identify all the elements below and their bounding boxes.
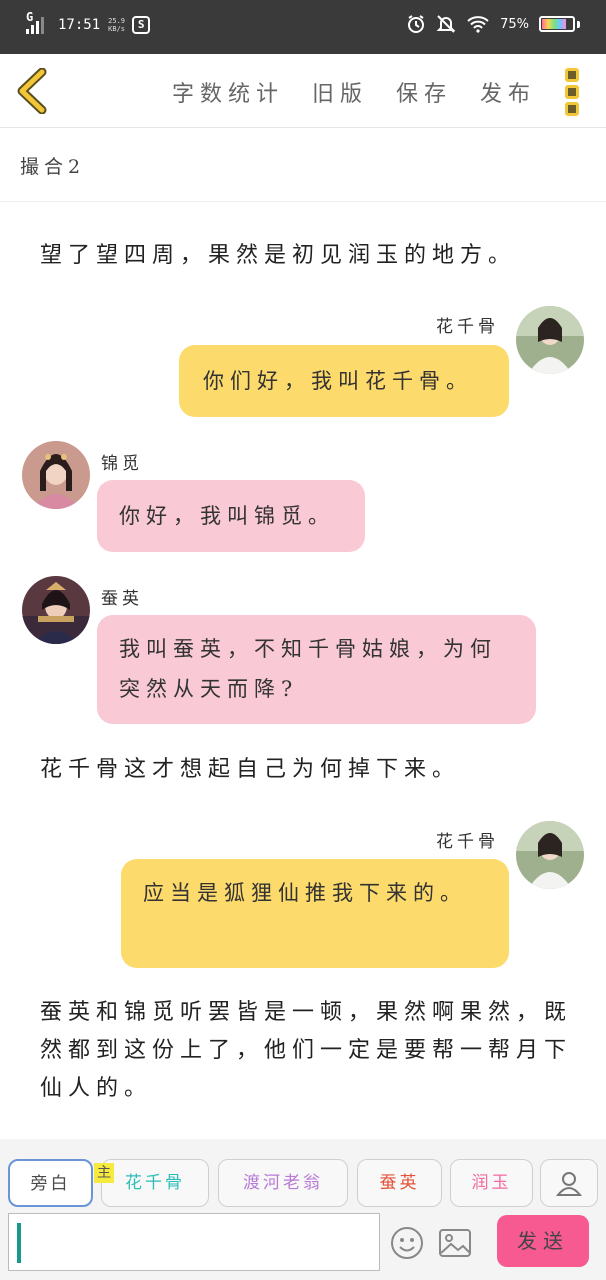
message-text: 你好，我叫锦觅。 <box>119 504 335 528</box>
save-button[interactable]: 保存 <box>396 76 452 108</box>
message-bubble: 我叫蚕英，不知千骨姑娘，为何突然从天而降? <box>97 615 536 724</box>
message-bubble: 应当是狐狸仙推我下来的。 <box>121 859 509 968</box>
person-icon <box>555 1172 583 1196</box>
editor-toolbar: 字数统计 旧版 保存 发布 <box>0 54 606 128</box>
speaker-name: 锦觅 <box>101 454 143 474</box>
message-text: 应当是狐狸仙推我下来的。 <box>143 881 467 905</box>
message-text: 我叫蚕英，不知千骨姑娘，为何突然从天而降? <box>119 637 497 701</box>
speaker-name: 蚕英 <box>101 589 143 609</box>
narration-2: 花千骨这才想起自己为何掉下来。 <box>40 757 461 782</box>
chip-label: 渡河老翁 <box>243 1173 323 1193</box>
chip-label: 旁白 <box>30 1174 71 1194</box>
mute-bell-icon <box>436 15 456 33</box>
emoji-icon[interactable] <box>385 1221 429 1265</box>
clock: 17:51 <box>58 17 101 33</box>
alarm-icon <box>408 15 425 33</box>
send-button[interactable]: 发送 <box>497 1215 589 1267</box>
message-bubble: 你们好，我叫花千骨。 <box>179 345 509 417</box>
bottom-panel: 旁白 花千骨 渡河老翁 蚕英 润玉 主 发送 <box>0 1139 606 1280</box>
role-chip-narrator[interactable]: 旁白 <box>8 1159 93 1207</box>
speaker-name: 花千骨 <box>436 832 499 852</box>
chapter-title-row[interactable]: 撮合2 <box>0 128 606 202</box>
battery-percent: 75% <box>500 16 529 32</box>
network-type: G <box>26 10 34 24</box>
message-input[interactable] <box>8 1213 380 1271</box>
status-right: 75% <box>406 14 580 34</box>
chapter-title[interactable]: 撮合2 <box>20 152 85 179</box>
avatar-can-ying[interactable] <box>22 576 90 644</box>
avatar-jin-mi[interactable] <box>22 441 90 509</box>
avatar-hua-qiangu[interactable] <box>516 821 584 889</box>
battery-tip <box>577 20 580 28</box>
old-version-button[interactable]: 旧版 <box>312 76 368 108</box>
message-text: 你们好，我叫花千骨。 <box>203 369 473 393</box>
speaker-name: 花千骨 <box>436 317 499 337</box>
text-cursor <box>17 1223 21 1263</box>
wifi-icon <box>467 16 489 33</box>
role-chip-hua-qiangu[interactable]: 花千骨 <box>101 1159 209 1207</box>
status-left: G 17:51 25.9 KB/s S <box>26 10 151 36</box>
role-chip-can-ying[interactable]: 蚕英 <box>357 1159 442 1207</box>
chip-label: 蚕英 <box>379 1173 420 1193</box>
main-role-tag: 主 <box>94 1163 114 1183</box>
toolbar-actions: 字数统计 旧版 保存 发布 <box>172 76 536 108</box>
more-icon[interactable] <box>565 68 581 116</box>
word-count-button[interactable]: 字数统计 <box>172 76 284 108</box>
chip-label: 花千骨 <box>125 1173 185 1193</box>
net-speed: 25.9 KB/s <box>108 17 126 33</box>
add-role-button[interactable] <box>540 1159 598 1207</box>
publish-button[interactable]: 发布 <box>480 76 536 108</box>
chip-label: 润玉 <box>471 1173 512 1193</box>
narration-3: 蚕英和锦觅听罢皆是一顿，果然啊果然，既然都到这份上了，他们一定是要帮一帮月下仙人… <box>40 1000 573 1101</box>
signal-icon: G <box>26 10 50 36</box>
battery-icon <box>539 16 575 32</box>
message-bubble: 你好，我叫锦觅。 <box>97 480 365 552</box>
status-bar: G 17:51 25.9 KB/s S 75% <box>0 0 606 54</box>
role-chip-run-yu[interactable]: 润玉 <box>450 1159 533 1207</box>
app-notification-icon: S <box>132 16 151 34</box>
narration-1: 望了望四周，果然是初见润玉的地方。 <box>40 243 517 268</box>
avatar-hua-qiangu[interactable] <box>516 306 584 374</box>
image-icon[interactable] <box>433 1221 477 1265</box>
role-chip-ferryman[interactable]: 渡河老翁 <box>218 1159 348 1207</box>
back-arrow-icon[interactable] <box>14 68 50 114</box>
battery-fill <box>542 19 566 29</box>
